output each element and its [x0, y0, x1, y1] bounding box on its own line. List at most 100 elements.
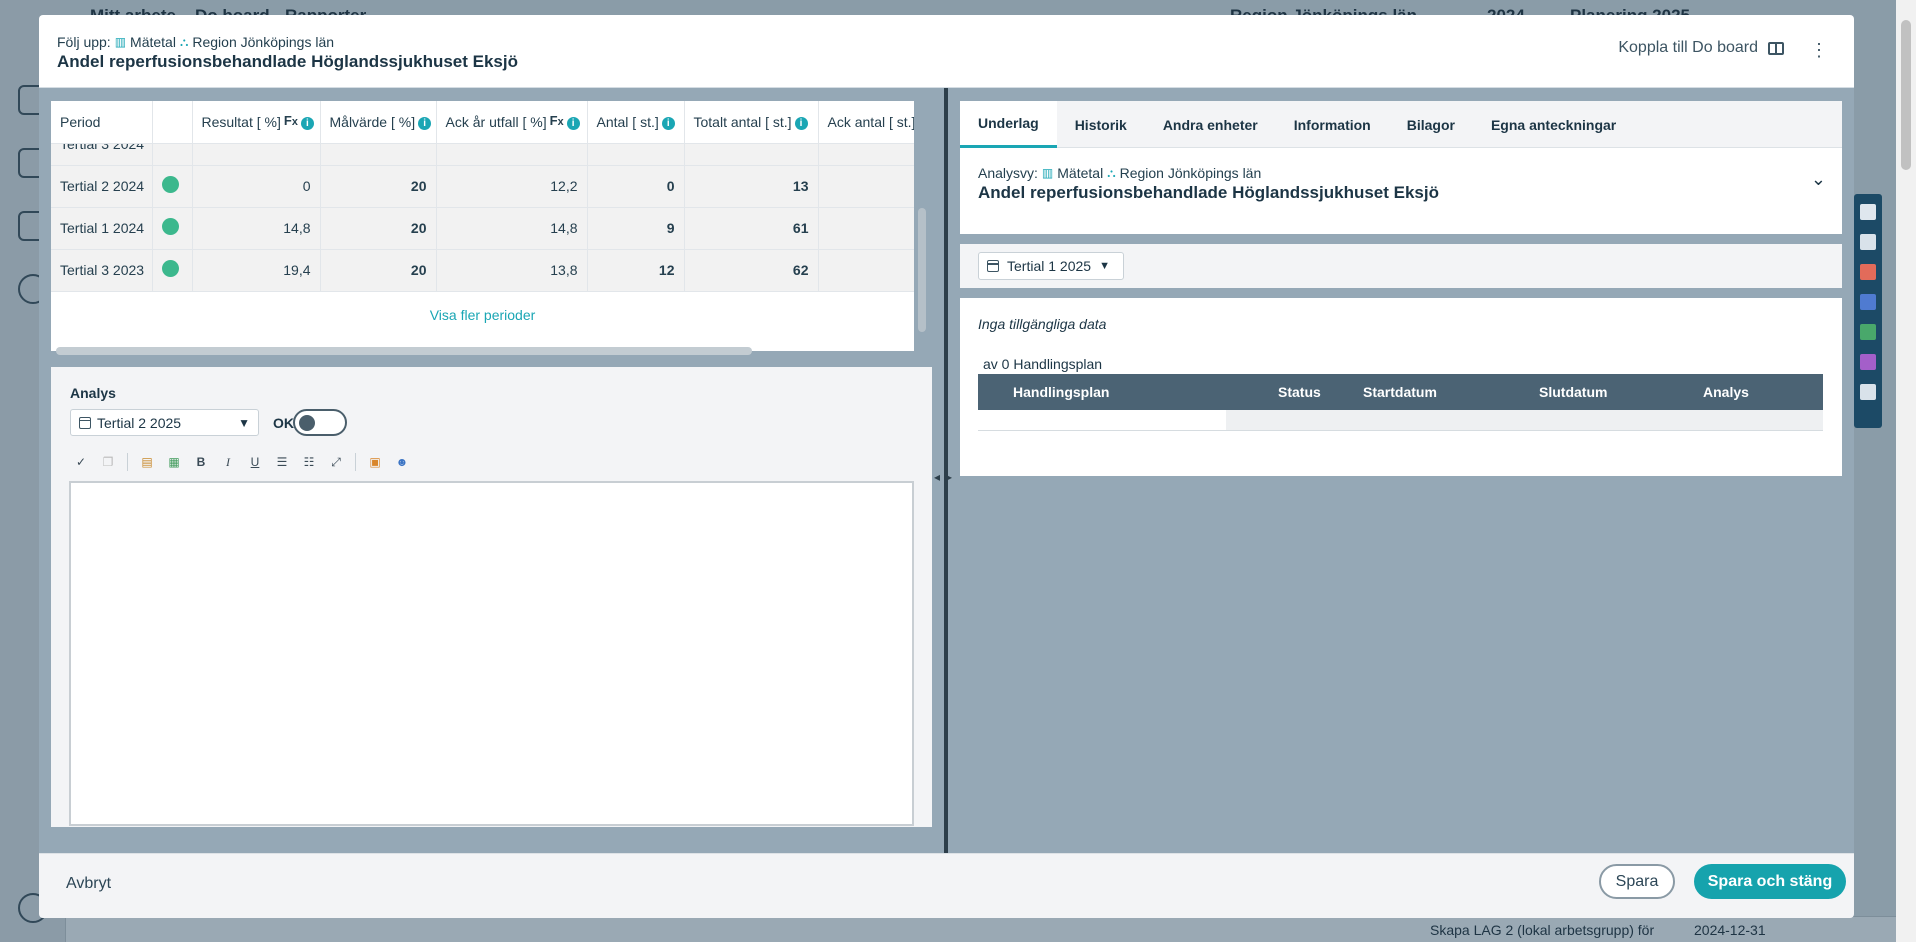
col-status — [152, 101, 193, 144]
chevron-down-icon: ▼ — [238, 415, 250, 430]
col-malvarde[interactable]: Målvärde [ %] i — [320, 101, 437, 144]
info-icon[interactable]: i — [418, 116, 432, 130]
bold-icon[interactable]: B — [191, 452, 211, 472]
tab-bilagor[interactable]: Bilagor — [1389, 101, 1473, 148]
bottom-task-text: Skapa LAG 2 (lokal arbetsgrupp) för — [1430, 922, 1655, 938]
underlag-period-select[interactable]: Tertial 1 2025 ▼ — [978, 252, 1124, 280]
save-button[interactable]: Spara — [1599, 864, 1675, 899]
formula-icon: Fx — [549, 113, 564, 129]
analysis-period-value: Tertial 2 2025 — [97, 414, 182, 431]
period-filter-card: Tertial 1 2025 ▼ — [960, 244, 1842, 288]
show-more-periods-link[interactable]: Visa fler perioder — [51, 307, 914, 323]
col-antal[interactable]: Antal [ st.] i — [587, 101, 685, 144]
scroll-thumb[interactable] — [1901, 20, 1911, 170]
cell-ack: 13,8 — [436, 249, 588, 292]
hp-col-startdatum[interactable]: Startdatum — [1351, 374, 1523, 410]
filter-icon — [1860, 204, 1876, 220]
right-toolbar — [1854, 194, 1882, 428]
col-totalt-label: Totalt antal [ st.] — [693, 113, 792, 130]
splitter-arrows-icon[interactable]: ◂▸ — [934, 470, 958, 484]
user-icon[interactable]: ☻ — [392, 452, 412, 472]
table-horizontal-scrollbar[interactable] — [56, 347, 752, 355]
page-scrollbar[interactable] — [1896, 0, 1916, 942]
col-period[interactable]: Period — [51, 101, 153, 144]
cell-malvarde: 20 — [320, 207, 437, 250]
cell-status — [152, 249, 193, 292]
calendar-icon — [79, 416, 91, 429]
cell-antal: 12 — [587, 249, 685, 292]
col-resultat[interactable]: Resultat [ %] Fx i — [192, 101, 321, 144]
tab-andra-enheter[interactable]: Andra enheter — [1145, 101, 1276, 148]
cell-empty — [152, 143, 193, 166]
col-antal-label: Antal [ st.] — [596, 113, 659, 130]
cell-period: Tertial 1 2024 — [51, 207, 153, 250]
info-icon[interactable]: i — [300, 117, 314, 131]
hp-col-slutdatum[interactable]: Slutdatum — [1523, 374, 1683, 410]
tab-underlag[interactable]: Underlag — [960, 101, 1057, 148]
cell-ack-antal — [818, 207, 914, 250]
followup-modal: Följ upp: ▥ Mätetal ⛬ Region Jönköpings … — [39, 15, 1854, 918]
action-plan-count: av 0 Handlingsplan — [983, 356, 1103, 372]
word-icon — [1860, 294, 1876, 310]
col-malvarde-label: Målvärde [ %] — [329, 113, 416, 130]
table-row[interactable]: Tertial 1 2024 14,8 20 14,8 9 61 — [51, 207, 914, 250]
info-icon[interactable]: i — [794, 116, 808, 130]
org-tree-icon: ⛬ — [1107, 165, 1116, 180]
cell-status — [152, 165, 193, 208]
analysis-text-editor[interactable] — [69, 481, 914, 826]
cell-resultat: 19,4 — [192, 249, 321, 292]
spellcheck-icon[interactable]: ✓ — [71, 452, 91, 472]
bullet-list-icon[interactable]: ☷ — [299, 452, 319, 472]
save-and-close-button[interactable]: Spara och stäng — [1694, 864, 1846, 899]
cell-antal: 0 — [587, 165, 685, 208]
col-totalt[interactable]: Totalt antal [ st.] i — [684, 101, 819, 144]
modal-breadcrumb: Följ upp: ▥ Mätetal ⛬ Region Jönköpings … — [57, 34, 334, 50]
underlag-period-value: Tertial 1 2025 — [1007, 258, 1092, 274]
cell-totalt: 61 — [684, 207, 819, 250]
kebab-menu-icon[interactable]: ⋮ — [1810, 41, 1828, 59]
italic-icon[interactable]: I — [218, 452, 238, 472]
col-ack-utfall[interactable]: Ack år utfall [ %] Fx i — [436, 101, 588, 144]
info-icon[interactable]: i — [566, 117, 580, 131]
pdf-icon — [1860, 264, 1876, 280]
hp-col-analys[interactable]: Analys — [1683, 374, 1823, 410]
info-icon[interactable]: i — [661, 116, 675, 130]
connect-do-board-button[interactable]: Koppla till Do board — [1618, 39, 1784, 57]
bottom-task-date: 2024-12-31 — [1694, 922, 1766, 938]
hp-col-handlingsplan[interactable]: Handlingsplan — [978, 374, 1226, 410]
table-row[interactable]: Tertial 2 2024 0 20 12,2 0 13 — [51, 165, 914, 208]
col-resultat-label: Resultat [ %] — [201, 114, 281, 131]
tab-egna-anteckningar[interactable]: Egna anteckningar — [1473, 101, 1634, 148]
cell-malvarde: 20 — [320, 165, 437, 208]
numbered-list-icon[interactable]: ☰ — [272, 452, 292, 472]
connect-do-board-label: Koppla till Do board — [1618, 39, 1758, 56]
no-data-text: Inga tillgängliga data — [978, 316, 1107, 332]
paste-icon[interactable]: ▤ — [137, 452, 157, 472]
maximize-icon[interactable]: ⤢ — [326, 452, 346, 472]
underline-icon[interactable]: U — [245, 452, 265, 472]
org-tree-icon: ⛬ — [179, 34, 189, 49]
table-vertical-scrollbar[interactable] — [918, 208, 926, 332]
analysis-view-breadcrumb: Analysvy: ▥ Mätetal ⛬ Region Jönköpings … — [978, 165, 1261, 181]
chevron-down-icon[interactable]: ⌄ — [1811, 169, 1826, 190]
table-row[interactable]: Tertial 3 2023 19,4 20 13,8 12 62 — [51, 249, 914, 292]
analysis-period-select[interactable]: Tertial 2 2025 ▼ — [70, 409, 259, 436]
copy-icon[interactable]: ❐ — [98, 452, 118, 472]
cell-period-partial: Tertial 3 2024 — [51, 143, 153, 166]
hp-col-status[interactable]: Status — [1226, 374, 1351, 410]
tab-information[interactable]: Information — [1276, 101, 1389, 148]
col-ack-antal[interactable]: Ack antal [ st.] — [818, 101, 914, 144]
image-icon[interactable]: ▣ — [365, 452, 385, 472]
paste-excel-icon[interactable]: ▦ — [164, 452, 184, 472]
analysis-card: Analys Tertial 2 2025 ▼ OK ✓ ❐ ▤ ▦ B I U… — [51, 367, 932, 827]
underlag-data-card: Inga tillgängliga data av 0 Handlingspla… — [960, 298, 1842, 476]
table-row-partial: Tertial 3 2024 — [51, 143, 914, 166]
ok-toggle[interactable] — [293, 409, 347, 436]
cell-empty — [436, 143, 588, 166]
cancel-button[interactable]: Avbryt — [66, 875, 111, 893]
status-dot-green — [161, 218, 179, 235]
tab-historik[interactable]: Historik — [1057, 101, 1145, 148]
document-icon — [1860, 234, 1876, 250]
toolbar-separator — [355, 453, 356, 471]
analysis-label: Analys — [70, 385, 116, 401]
